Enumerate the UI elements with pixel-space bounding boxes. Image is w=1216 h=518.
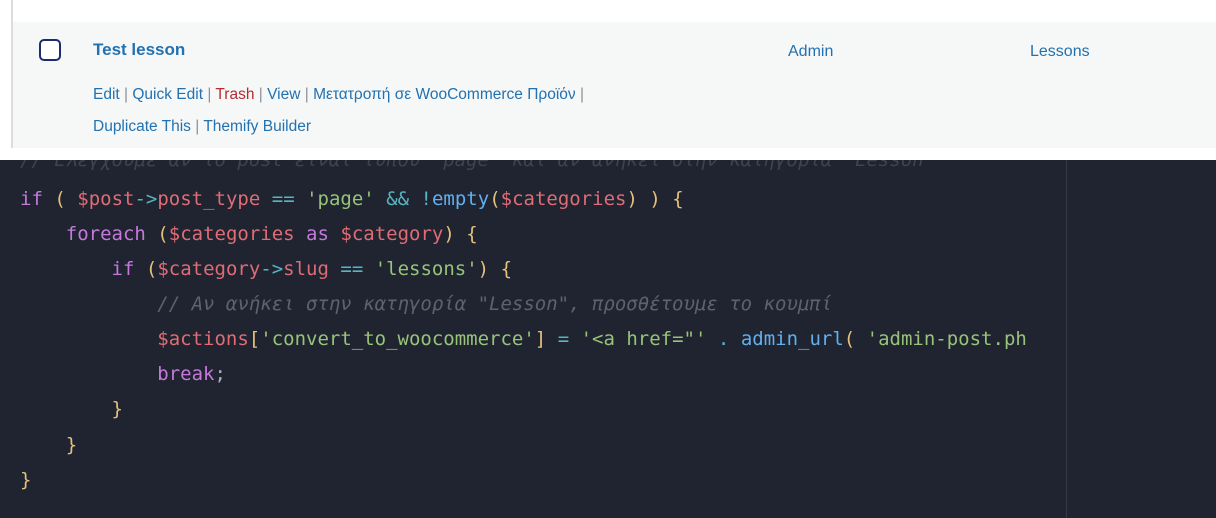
code-line: if ($category->slug == 'lessons') { — [111, 258, 513, 280]
category-link[interactable]: Lessons — [1030, 43, 1090, 61]
trash-link[interactable]: Trash — [215, 86, 254, 103]
code-lines: // Ελέγχουμε αν το post είναι τύπου "pag… — [0, 160, 1216, 518]
action-separator: | — [304, 86, 309, 103]
duplicate-link[interactable]: Duplicate This — [93, 118, 191, 135]
code-line: foreach ($categories as $category) { — [65, 223, 478, 245]
code-line: if ( $post->post_type == 'page' && !empt… — [20, 188, 684, 210]
row-actions: Edit | Quick Edit | Trash | View | Μετατ… — [93, 79, 793, 143]
code-line: } — [65, 434, 78, 456]
row-select-checkbox[interactable] — [39, 39, 61, 61]
posts-list-table: Test lesson Admin Lessons Edit | Quick E… — [0, 0, 1216, 160]
action-separator: | — [207, 86, 212, 103]
code-line: $actions['convert_to_woocommerce'] = '<a… — [157, 328, 1027, 350]
action-separator: | — [195, 118, 200, 135]
code-editor[interactable]: // Ελέγχουμε αν το post είναι τύπου "pag… — [0, 160, 1216, 518]
author-link[interactable]: Admin — [788, 43, 833, 61]
code-line: } — [111, 398, 123, 420]
convert-to-woocommerce-link[interactable]: Μετατροπή σε WooCommerce Προϊόν — [313, 86, 576, 103]
post-title-link[interactable]: Test lesson — [93, 40, 185, 60]
action-separator: | — [258, 86, 263, 103]
table-row: Test lesson Admin Lessons Edit | Quick E… — [13, 22, 1216, 148]
code-line-partial: // Ελέγχουμε αν το post είναι τύπου "pag… — [20, 160, 936, 171]
code-line: // Αν ανήκει στην κατηγορία "Lesson", πρ… — [157, 293, 833, 315]
action-separator: | — [579, 86, 584, 103]
edit-link[interactable]: Edit — [93, 86, 120, 103]
quick-edit-link[interactable]: Quick Edit — [132, 86, 203, 103]
code-line: break; — [157, 363, 226, 385]
view-link[interactable]: View — [267, 86, 300, 103]
action-separator: | — [124, 86, 129, 103]
themify-builder-link[interactable]: Themify Builder — [203, 118, 311, 135]
code-line: } — [20, 469, 32, 491]
